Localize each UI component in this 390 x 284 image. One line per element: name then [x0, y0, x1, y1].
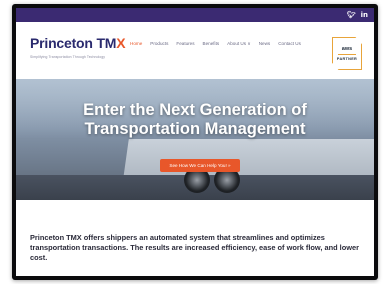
- site-logo[interactable]: Princeton TMX Simplifying Transportation…: [30, 35, 126, 59]
- intro-paragraph: Princeton TMX offers shippers an automat…: [30, 233, 359, 262]
- browser-screen: 🐦︎ in Princeton TMX Simplifying Transpor…: [16, 8, 374, 276]
- nav-item-contact-us[interactable]: Contact Us: [278, 41, 301, 47]
- aws-partner-badge: aws PARTNER: [332, 37, 362, 70]
- top-bar: 🐦︎ in: [16, 8, 374, 22]
- nav-item-features[interactable]: Features: [176, 41, 194, 47]
- badge-partner-label: PARTNER: [336, 57, 358, 61]
- badge-aws-label: aws: [341, 46, 353, 52]
- main-nav: Home Products Features Benefits About Us…: [130, 41, 301, 47]
- hero-title: Enter the Next Generation of Transportat…: [16, 101, 374, 139]
- logo-tagline: Simplifying Transportation Through Techn…: [30, 55, 106, 59]
- help-cta-button[interactable]: See How We Can Help You! »: [160, 159, 240, 172]
- logo-wordmark: Princeton TMX: [30, 35, 126, 51]
- social-links: 🐦︎ in: [347, 9, 368, 21]
- site-header: Princeton TMX Simplifying Transportation…: [16, 22, 374, 79]
- hero-title-line-1: Enter the Next Generation of: [83, 101, 307, 119]
- nav-item-products[interactable]: Products: [150, 41, 168, 47]
- linkedin-icon[interactable]: in: [361, 9, 368, 21]
- nav-item-news[interactable]: News: [259, 41, 271, 47]
- hero-banner: Enter the Next Generation of Transportat…: [16, 79, 374, 200]
- nav-item-about-us[interactable]: About Us ∨: [227, 41, 251, 47]
- twitter-icon[interactable]: 🐦︎: [347, 9, 356, 21]
- badge-divider: [338, 54, 356, 55]
- nav-item-benefits[interactable]: Benefits: [203, 41, 220, 47]
- hero-title-line-2: Transportation Management: [84, 120, 306, 138]
- nav-item-home[interactable]: Home: [130, 41, 142, 47]
